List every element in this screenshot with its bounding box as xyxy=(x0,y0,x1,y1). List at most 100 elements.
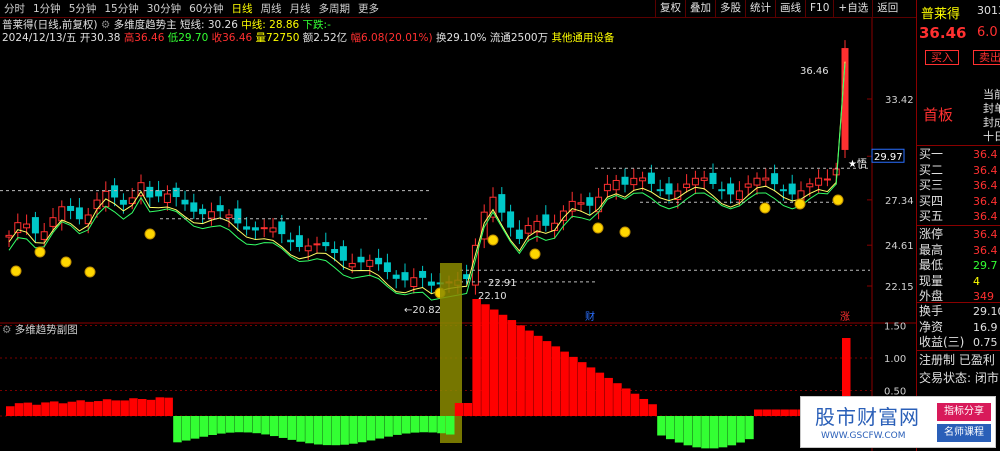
histogram-bar xyxy=(23,402,33,416)
quote-label: 买二 xyxy=(919,162,944,177)
histogram-bar xyxy=(6,406,15,416)
mid-line-value: 中线: 28.86 xyxy=(241,19,300,31)
candle-body xyxy=(269,227,277,233)
candle-body xyxy=(225,214,233,218)
toolbar-button[interactable]: 统计 xyxy=(745,0,775,18)
candle-body xyxy=(507,211,515,228)
candle-body xyxy=(49,217,57,227)
period-tab[interactable]: 15分钟 xyxy=(100,0,142,18)
period-tab[interactable]: 多周期 xyxy=(315,0,355,18)
histogram-bar xyxy=(762,409,772,416)
toolbar-button[interactable]: 返回 xyxy=(872,0,902,18)
histogram-bar xyxy=(569,356,578,416)
histogram-bar xyxy=(454,403,464,416)
price-change: 6.0 xyxy=(977,25,998,40)
quote-row: 涨停 36.4 xyxy=(917,227,1000,242)
short-line-value: 短线: 30.26 xyxy=(179,19,238,31)
quote-label: 买五 xyxy=(919,209,944,223)
candle-body xyxy=(216,205,224,212)
divider xyxy=(917,225,1000,226)
histogram-bar xyxy=(287,416,297,440)
kline-chart[interactable]: 33.4229.9727.3424.6122.151.501.000.5036.… xyxy=(0,18,916,451)
gear-icon[interactable]: ⚙ xyxy=(101,19,110,31)
period-tab[interactable]: 分时 xyxy=(0,0,29,18)
histogram-bar xyxy=(173,416,182,443)
histogram-bar xyxy=(208,416,217,435)
gear-icon[interactable]: ⚙ xyxy=(2,324,11,336)
candle-body xyxy=(111,185,119,198)
note-line: 交易状态: 闭市 xyxy=(919,371,999,385)
histogram-bar xyxy=(428,416,437,433)
candle-body xyxy=(639,177,647,182)
smiley-icon xyxy=(84,266,96,278)
candle-body xyxy=(14,222,22,234)
period-tab[interactable]: 日线 xyxy=(228,0,257,18)
sub-chart-name[interactable]: 多维趋势副图 xyxy=(15,324,78,336)
histogram-bar xyxy=(164,397,173,416)
period-tab[interactable]: 更多 xyxy=(354,0,383,18)
period-tab[interactable]: 1分钟 xyxy=(29,0,65,18)
period-tab[interactable]: 月线 xyxy=(286,0,315,18)
histogram-bar xyxy=(358,416,367,443)
price-axis-label: 29.97 xyxy=(874,152,903,163)
stock-title: 普莱得(日线,前复权) xyxy=(2,19,98,31)
histogram-bar xyxy=(542,341,552,416)
histogram-bar xyxy=(771,409,781,416)
period-tab[interactable]: 60分钟 xyxy=(185,0,227,18)
candle-body xyxy=(683,183,691,189)
candle-body xyxy=(700,177,708,181)
candle-body xyxy=(806,183,814,188)
indicator-name[interactable]: 多维度趋势主 xyxy=(114,19,177,31)
amount-value: 额2.52亿 xyxy=(302,32,348,44)
quote-row: 买二 36.4 xyxy=(917,163,1000,178)
quote-row: 现量 4 xyxy=(917,274,1000,289)
candle-body xyxy=(339,246,347,261)
histogram-bar xyxy=(419,416,429,433)
candle-body xyxy=(181,199,189,205)
candle-body xyxy=(199,208,207,215)
toolbar-button[interactable]: +自选 xyxy=(833,0,872,18)
histogram-bar xyxy=(551,346,561,416)
candle-body xyxy=(5,234,13,238)
annotation-label: 财 xyxy=(585,310,595,323)
settings-link[interactable]: 其他通用设备 xyxy=(551,32,614,44)
candle-body xyxy=(665,183,673,195)
toolbar-button[interactable]: 多股 xyxy=(715,0,745,18)
period-tab[interactable]: 5分钟 xyxy=(65,0,101,18)
histogram-bar xyxy=(710,416,719,449)
candle-body xyxy=(621,176,629,185)
histogram-bar xyxy=(595,372,605,416)
mid-line xyxy=(8,61,846,295)
toolbar-button[interactable]: 画线 xyxy=(775,0,805,18)
histogram-bar xyxy=(278,416,288,438)
candle-body xyxy=(357,256,365,263)
candle-body xyxy=(322,242,330,247)
sell-button[interactable]: 卖出 xyxy=(973,50,1000,65)
candle-body xyxy=(410,277,418,288)
toolbar-button[interactable]: 叠加 xyxy=(685,0,715,18)
period-tab[interactable]: 30分钟 xyxy=(143,0,185,18)
period-tab[interactable]: 周线 xyxy=(257,0,286,18)
candle-body xyxy=(23,223,31,229)
quote-value: 4 xyxy=(973,274,980,288)
candle-body xyxy=(58,206,66,222)
candle-body xyxy=(348,262,356,268)
quote-value: 36.4 xyxy=(973,228,998,241)
histogram-bar xyxy=(129,398,138,416)
histogram-bar xyxy=(578,362,587,416)
tool-buttons: 复权 叠加 多股 统计 画线 F10 +自选 返回 xyxy=(655,0,902,18)
candle-body xyxy=(815,177,823,186)
limit-tag: 首板 xyxy=(923,106,954,124)
quote-value: 36.4 xyxy=(973,194,998,208)
toolbar-button[interactable]: 复权 xyxy=(655,0,685,18)
histogram-bar xyxy=(94,401,103,416)
toolbar-button[interactable]: F10 xyxy=(805,0,833,18)
histogram-bar xyxy=(437,416,446,434)
smiley-icon xyxy=(759,202,771,214)
histogram-bar xyxy=(727,416,737,446)
smiley-icon xyxy=(34,246,46,258)
buy-button[interactable]: 买入 xyxy=(925,50,959,65)
annotation-label: 22.91 xyxy=(488,278,517,289)
candle-body xyxy=(656,189,664,192)
histogram-bar xyxy=(261,416,270,435)
